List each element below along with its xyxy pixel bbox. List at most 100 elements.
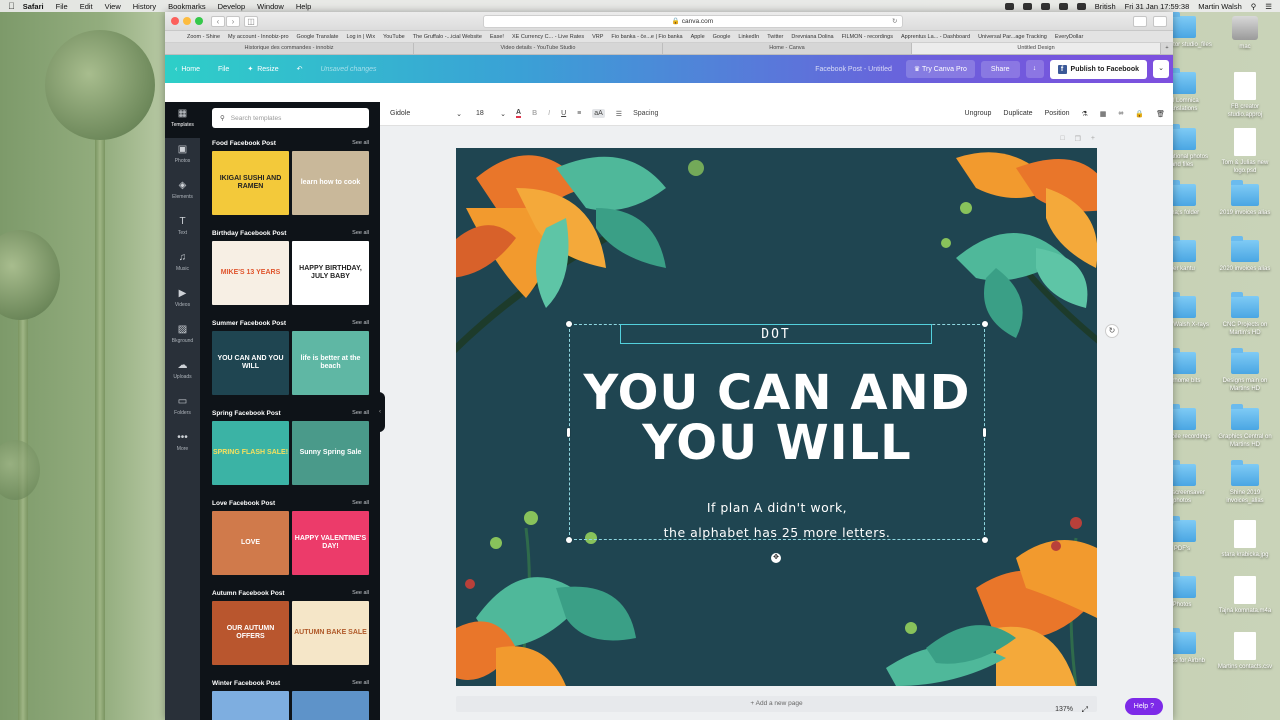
link-icon[interactable]: ∞ (1118, 110, 1123, 117)
volume-icon[interactable] (1058, 2, 1068, 10)
copy-page-icon[interactable]: ❐ (1075, 135, 1081, 143)
trash-icon[interactable]: 🗑 (1156, 110, 1165, 118)
favorite-link[interactable]: Fio banka - če...e | Fio banka (611, 34, 682, 40)
favorite-link[interactable]: Zoom - Shine (187, 34, 220, 40)
underline-icon[interactable]: U (561, 110, 566, 117)
browser-tab[interactable]: Historique des commandes - innobiz (165, 43, 414, 54)
sidebar-icon[interactable]: ◫ (244, 15, 258, 27)
menu-develop[interactable]: Develop (218, 2, 246, 11)
align-center-icon[interactable]: ≡ (577, 110, 581, 117)
new-tab-button[interactable]: + (1161, 43, 1173, 54)
template-thumbnail[interactable]: OUR AUTUMN OFFERS (212, 601, 289, 665)
desktop-folder-icon[interactable]: CNC Projects on Martin's HD (1215, 292, 1275, 337)
try-canva-pro-button[interactable]: ♛ Try Canva Pro (905, 60, 975, 78)
spacing-button[interactable]: Spacing (633, 110, 658, 117)
rail-item-more[interactable]: ••• More (165, 426, 200, 462)
input-language[interactable]: British (1095, 2, 1116, 11)
share-page-icon[interactable] (1133, 15, 1147, 27)
desktop-file-icon[interactable]: Martins contacts.csv (1215, 632, 1275, 671)
favorite-link[interactable]: Apprentus La... - Dashboard (901, 34, 970, 40)
favorite-link[interactable]: VRP (592, 34, 603, 40)
search-templates-field[interactable]: ⚲ Search templates (212, 108, 369, 128)
rail-item-text[interactable]: T Text (165, 210, 200, 246)
desktop-folder-icon[interactable]: 2020 invoices alias (1215, 236, 1275, 273)
template-thumbnail[interactable] (212, 691, 289, 720)
menu-window[interactable]: Window (257, 2, 284, 11)
headline-text[interactable]: YOU CAN AND YOU WILL (569, 368, 985, 468)
template-thumbnail[interactable]: MIKE'S 13 YEARS (212, 241, 289, 305)
publish-to-facebook-button[interactable]: f Publish to Facebook (1049, 59, 1147, 79)
document-title[interactable]: Facebook Post - Untitled (815, 66, 892, 73)
collapse-panel-button[interactable]: ‹ (375, 392, 385, 432)
template-thumbnail[interactable]: Sunny Spring Sale (292, 421, 369, 485)
list-icon[interactable]: ☰ (616, 110, 622, 118)
battery-icon[interactable] (1076, 2, 1086, 10)
desktop-file-icon[interactable]: FB creator studio.approj (1215, 72, 1275, 119)
file-menu-button[interactable]: File (218, 66, 229, 73)
menu-file[interactable]: File (56, 2, 68, 11)
favorite-link[interactable]: Drevniana Dolina (791, 34, 833, 40)
transparency-icon[interactable]: ▦ (1100, 110, 1107, 118)
show-tabs-icon[interactable] (1153, 15, 1167, 27)
favorite-link[interactable]: Google Translate (297, 34, 339, 40)
chevron-down-icon[interactable]: ⌄ (1153, 60, 1169, 78)
desktop-disk-icon[interactable]: mac (1215, 16, 1275, 51)
desktop-folder-icon[interactable]: Shine 2019 invoices_alias (1215, 460, 1275, 505)
rail-item-folders[interactable]: ▭ Folders (165, 390, 200, 426)
browser-tab-active[interactable]: Untitled Design (912, 43, 1161, 54)
template-thumbnail[interactable]: AUTUMN BAKE SALE (292, 601, 369, 665)
desktop-folder-icon[interactable]: Designs main on Martins HD (1215, 348, 1275, 393)
favorite-link[interactable]: LinkedIn (738, 34, 759, 40)
menu-history[interactable]: History (133, 2, 156, 11)
see-all-link[interactable]: See all (352, 590, 369, 597)
menubar-user[interactable]: Martin Walsh (1198, 2, 1241, 11)
download-icon[interactable]: ↓ (1025, 60, 1044, 78)
fullscreen-icon[interactable]: ⤢ (1082, 705, 1088, 715)
notes-icon[interactable]: □ (1060, 135, 1064, 143)
desktop-folder-icon[interactable]: Graphics Central on Martins HD (1215, 404, 1275, 449)
rail-item-uploads[interactable]: ☁ Uploads (165, 354, 200, 390)
search-icon[interactable]: ⚲ (1251, 2, 1257, 11)
template-thumbnail[interactable]: LOVE (212, 511, 289, 575)
address-bar[interactable]: 🔒 canva.com ↻ (482, 14, 903, 28)
close-window-button[interactable] (171, 17, 179, 25)
reload-icon[interactable]: ↻ (892, 16, 897, 27)
template-thumbnail[interactable]: SPRING FLASH SALE! (212, 421, 289, 485)
letter-case-icon[interactable]: aA (592, 109, 605, 118)
apple-icon[interactable]:  (8, 1, 15, 11)
see-all-link[interactable]: See all (352, 680, 369, 687)
rail-item-videos[interactable]: ▶ Videos (165, 282, 200, 318)
favorite-link[interactable]: Apple (691, 34, 705, 40)
rail-item-bkground[interactable]: ▨ Bkground (165, 318, 200, 354)
font-select[interactable]: Gidole ⌄ (390, 110, 468, 118)
duplicate-button[interactable]: Duplicate (1003, 110, 1032, 117)
list-icon[interactable]: ☰ (1265, 2, 1272, 11)
favorite-link[interactable]: My account - Innobiz-pro (228, 34, 289, 40)
zoom-level[interactable]: 137% (1055, 706, 1073, 713)
rail-item-elements[interactable]: ◈ Elements (165, 174, 200, 210)
text-color-icon[interactable]: A (516, 109, 522, 118)
favorite-link[interactable]: Twitter (767, 34, 783, 40)
resize-handle[interactable] (566, 321, 572, 327)
undo-button[interactable]: ↶ (297, 65, 303, 73)
favorite-link[interactable]: Ease! (490, 34, 504, 40)
favorite-link[interactable]: XE Currency C... - Live Rates (512, 34, 584, 40)
see-all-link[interactable]: See all (352, 230, 369, 237)
home-button[interactable]: ‹ Home (175, 66, 200, 73)
dropbox-icon[interactable] (1004, 2, 1014, 10)
see-all-link[interactable]: See all (352, 500, 369, 507)
subtext[interactable]: If plan A didn't work, the alphabet has … (569, 496, 985, 545)
design-canvas[interactable]: DOT YOU CAN AND YOU WILL If plan A didn'… (456, 148, 1097, 686)
menubar-clock[interactable]: Fri 31 Jan 17:59:38 (1125, 2, 1190, 11)
desktop-file-icon[interactable]: Tajná komnata.m4a (1215, 576, 1275, 615)
back-icon[interactable]: ‹ (211, 15, 225, 27)
menu-edit[interactable]: Edit (80, 2, 93, 11)
template-thumbnail[interactable]: life is better at the beach (292, 331, 369, 395)
desktop-folder-icon[interactable]: 2019 invoices alias (1215, 180, 1275, 217)
rail-item-music[interactable]: ♫ Music (165, 246, 200, 282)
desktop-file-icon[interactable]: Tom & Julias new logo.psd (1215, 128, 1275, 175)
ungroup-button[interactable]: Ungroup (965, 110, 992, 117)
menu-help[interactable]: Help (296, 2, 311, 11)
browser-tab[interactable]: Home - Canva (663, 43, 912, 54)
move-icon[interactable]: ✥ (771, 553, 781, 563)
